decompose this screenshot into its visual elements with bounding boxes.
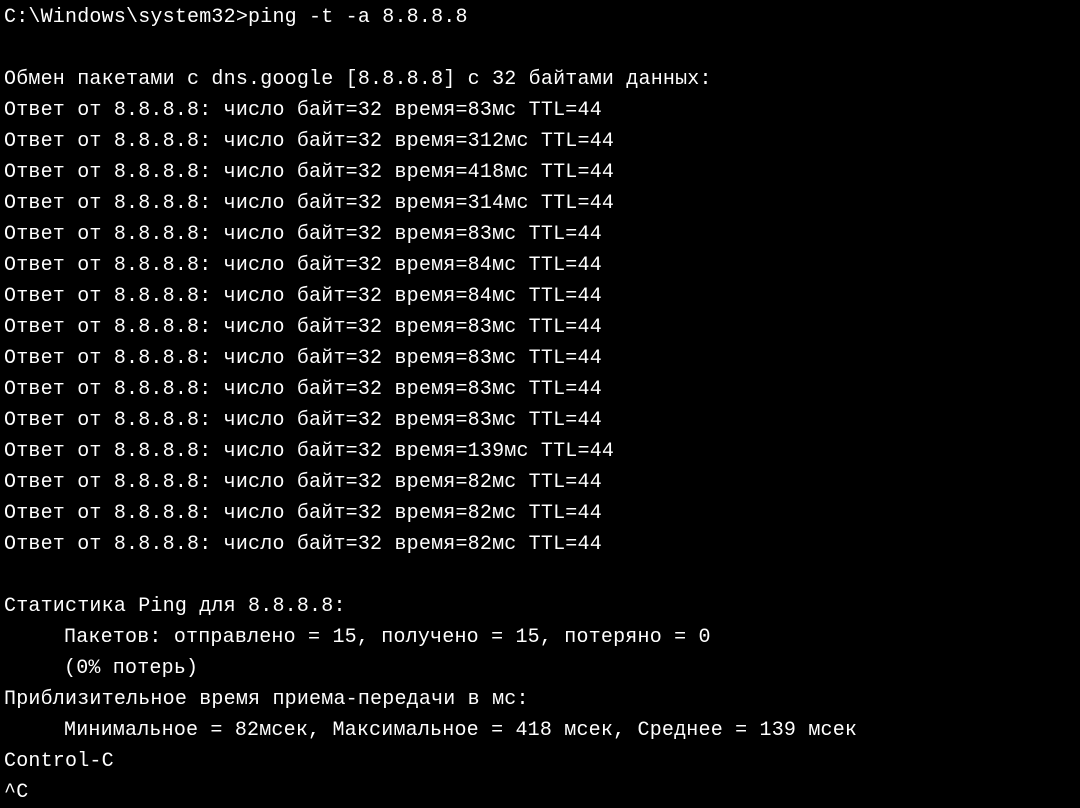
ping-reply: Ответ от 8.8.8.8: число байт=32 время=83… [4,343,1076,374]
terminal-output[interactable]: C:\Windows\system32>ping -t -a 8.8.8.8 О… [4,2,1076,808]
command-line: C:\Windows\system32>ping -t -a 8.8.8.8 [4,2,1076,33]
command-text: ping -t -a 8.8.8.8 [248,6,468,29]
rtt-values: Минимальное = 82мсек, Максимальное = 418… [4,715,1076,746]
ping-reply: Ответ от 8.8.8.8: число байт=32 время=83… [4,312,1076,343]
stats-loss: (0% потерь) [4,653,1076,684]
interrupt-line: Control-C [4,746,1076,777]
ping-header: Обмен пакетами с dns.google [8.8.8.8] с … [4,64,1076,95]
ping-reply: Ответ от 8.8.8.8: число байт=32 время=83… [4,219,1076,250]
ping-reply: Ответ от 8.8.8.8: число байт=32 время=82… [4,498,1076,529]
ping-reply: Ответ от 8.8.8.8: число байт=32 время=41… [4,157,1076,188]
interrupt-symbol: ^C [4,777,1076,808]
ping-reply: Ответ от 8.8.8.8: число байт=32 время=83… [4,405,1076,436]
stats-packets: Пакетов: отправлено = 15, получено = 15,… [4,622,1076,653]
stats-title: Статистика Ping для 8.8.8.8: [4,591,1076,622]
ping-reply: Ответ от 8.8.8.8: число байт=32 время=83… [4,95,1076,126]
ping-reply: Ответ от 8.8.8.8: число байт=32 время=82… [4,529,1076,560]
ping-reply: Ответ от 8.8.8.8: число байт=32 время=13… [4,436,1076,467]
ping-reply: Ответ от 8.8.8.8: число байт=32 время=84… [4,250,1076,281]
prompt: C:\Windows\system32> [4,6,248,29]
rtt-title: Приблизительное время приема-передачи в … [4,684,1076,715]
blank-line [4,560,1076,591]
ping-reply: Ответ от 8.8.8.8: число байт=32 время=84… [4,281,1076,312]
ping-reply: Ответ от 8.8.8.8: число байт=32 время=31… [4,126,1076,157]
blank-line [4,33,1076,64]
ping-reply: Ответ от 8.8.8.8: число байт=32 время=31… [4,188,1076,219]
ping-reply: Ответ от 8.8.8.8: число байт=32 время=82… [4,467,1076,498]
ping-reply: Ответ от 8.8.8.8: число байт=32 время=83… [4,374,1076,405]
